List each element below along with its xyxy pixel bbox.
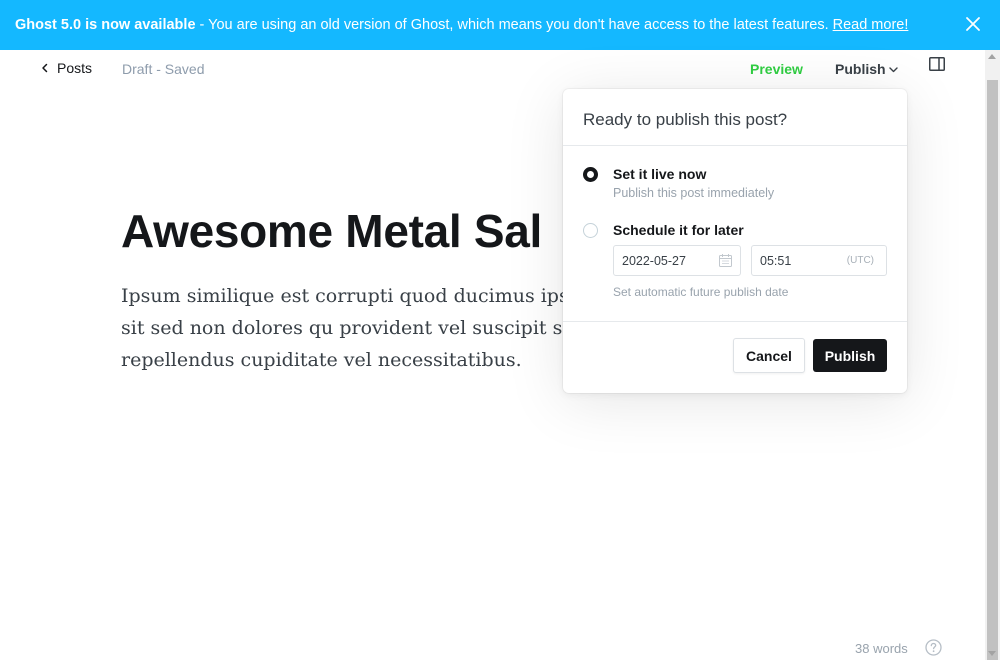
publish-button[interactable]: Publish [813, 339, 887, 372]
schedule-later-radio[interactable] [583, 223, 598, 238]
scrollbar-thumb[interactable] [987, 80, 998, 660]
calendar-icon [719, 254, 732, 267]
update-banner: Ghost 5.0 is now available - You are usi… [0, 0, 1000, 50]
help-icon[interactable] [925, 639, 942, 656]
schedule-later-label: Schedule it for later [613, 222, 744, 238]
scrollbar[interactable] [985, 50, 1000, 660]
read-more-link[interactable]: Read more! [833, 17, 909, 33]
timezone-label: (UTC) [846, 255, 874, 266]
post-title[interactable]: Awesome Metal Sal [121, 204, 542, 258]
publish-menu-trigger[interactable]: Publish [835, 61, 898, 77]
close-icon[interactable] [964, 15, 982, 33]
preview-button[interactable]: Preview [750, 61, 803, 77]
banner-text: - You are using an old version of Ghost,… [195, 17, 829, 33]
publish-now-description: Publish this post immediately [613, 186, 775, 200]
scroll-up-arrow-icon[interactable] [988, 54, 996, 59]
schedule-date-input[interactable]: 2022-05-27 [613, 245, 741, 276]
word-count: 38 words [855, 641, 908, 656]
scroll-down-arrow-icon[interactable] [988, 651, 996, 656]
chevron-left-icon [42, 63, 48, 73]
dropdown-divider [563, 321, 907, 322]
publish-dropdown: Ready to publish this post? Set it live … [563, 89, 907, 393]
chevron-down-icon [888, 67, 898, 73]
post-status: Draft - Saved [122, 61, 205, 77]
back-label: Posts [57, 60, 93, 76]
schedule-date-value: 2022-05-27 [622, 253, 686, 268]
publish-dropdown-title: Ready to publish this post? [563, 89, 907, 146]
schedule-time-input[interactable]: 05:51 (UTC) [751, 245, 887, 276]
option-schedule-later[interactable]: Schedule it for later [583, 222, 744, 238]
publish-now-label: Set it live now [613, 166, 707, 182]
sidebar-toggle-icon[interactable] [929, 57, 945, 71]
publish-now-radio[interactable] [583, 167, 598, 182]
option-publish-now[interactable]: Set it live now Publish this post immedi… [583, 166, 774, 200]
publish-menu-label: Publish [835, 61, 886, 77]
cancel-button[interactable]: Cancel [733, 338, 805, 373]
schedule-note: Set automatic future publish date [613, 285, 789, 299]
back-to-posts-link[interactable]: Posts [40, 60, 92, 76]
schedule-time-value: 05:51 [760, 253, 792, 268]
banner-title: Ghost 5.0 is now available [15, 17, 196, 33]
